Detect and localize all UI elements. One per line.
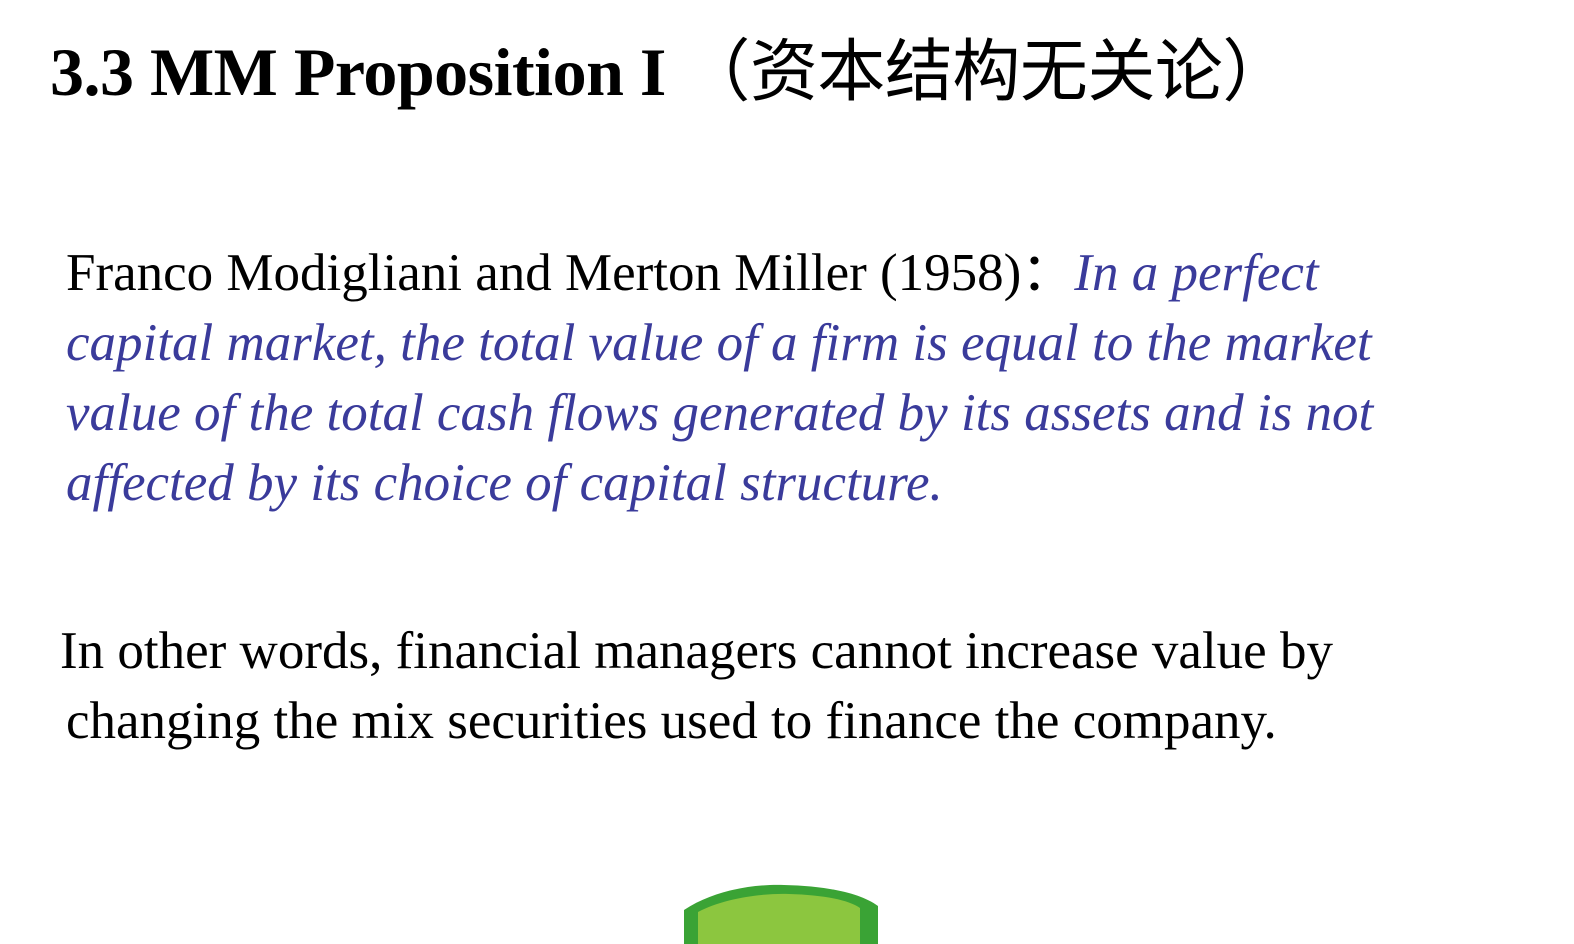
mm-proposition-paragraph: Franco Modigliani and Merton Miller (195…	[66, 238, 1373, 518]
proposition-text-line-4: affected by its choice of capital struct…	[66, 454, 943, 512]
proposition-text-line-3: value of the total cash flows generated …	[66, 384, 1374, 442]
restatement-paragraph: In other words, financial managers canno…	[60, 616, 1333, 756]
title-latin: 3.3 MM Proposition I	[50, 34, 666, 110]
paragraph-line-1: Franco Modigliani and Merton Miller (195…	[66, 238, 1373, 308]
proposition-text-line-1: In a perfect	[1074, 244, 1319, 302]
proposition-text-line-2: capital market, the total value of a fir…	[66, 314, 1372, 372]
title-cjk: （资本结构无关论）	[682, 33, 1290, 112]
restatement-line-2: changing the mix securities used to fina…	[66, 692, 1277, 750]
green-decorative-shape	[684, 884, 878, 944]
restatement-line-1: In other words, financial managers canno…	[60, 622, 1333, 680]
slide-title: 3.3 MM Proposition I （资本结构无关论）	[50, 22, 1290, 123]
attribution-text: Franco Modigliani and Merton Miller (195…	[66, 244, 1075, 302]
